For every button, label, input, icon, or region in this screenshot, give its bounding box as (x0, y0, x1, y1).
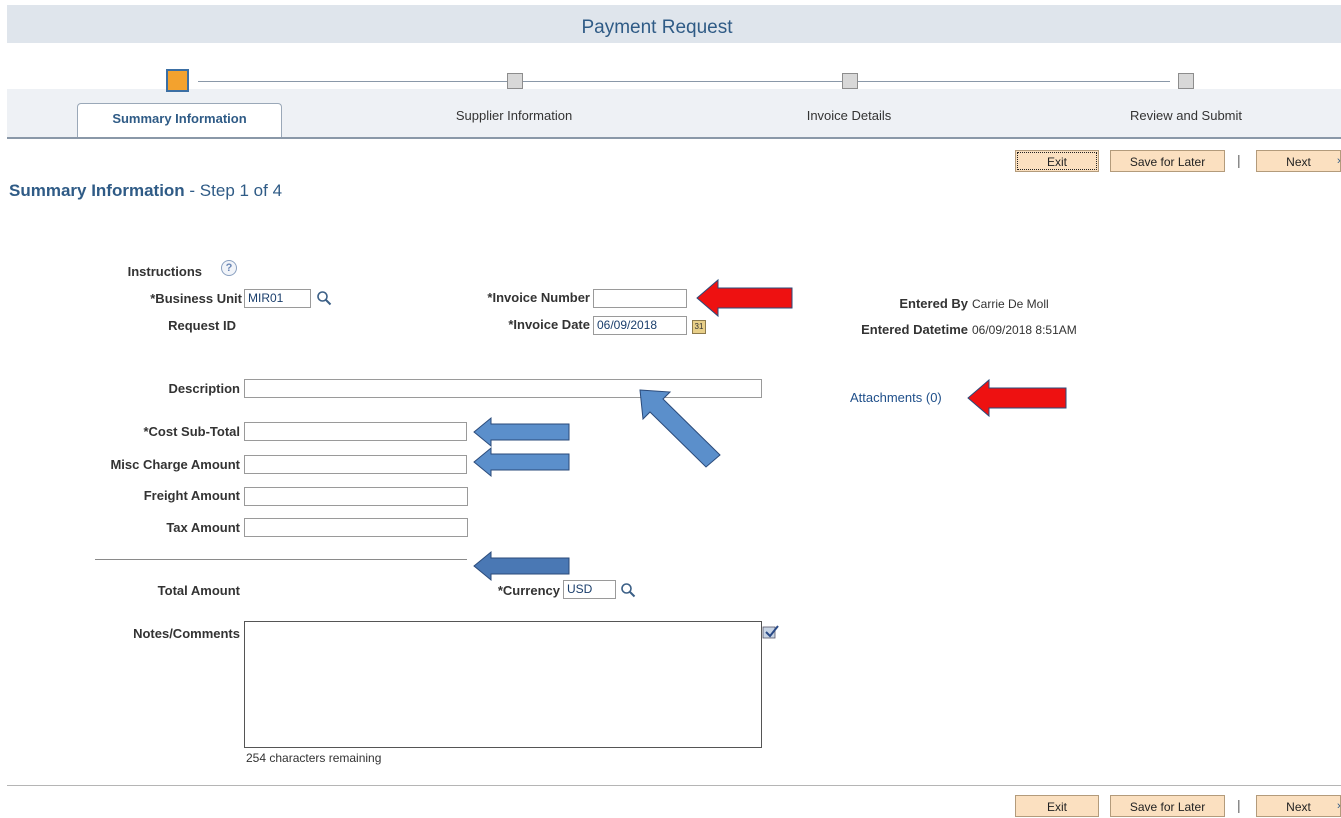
red-arrow-icon (696, 278, 793, 318)
blue-arrow-icon (473, 550, 570, 582)
blue-arrow-icon (473, 416, 570, 448)
red-arrow-icon (967, 378, 1067, 418)
annotation-arrows-layer (473, 278, 1067, 582)
blue-arrow-icon (639, 389, 721, 468)
blue-arrow-icon (473, 446, 570, 478)
